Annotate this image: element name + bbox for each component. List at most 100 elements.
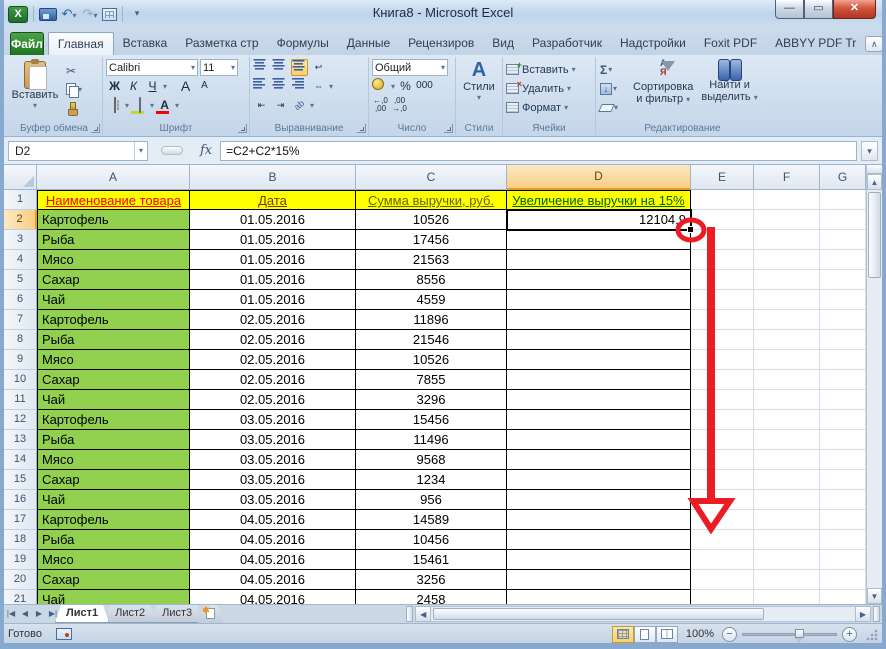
- cell-A20[interactable]: Сахар: [37, 570, 190, 590]
- cell-E8[interactable]: [691, 330, 754, 350]
- cell-B2[interactable]: 01.05.2016: [190, 210, 356, 230]
- row-header-21[interactable]: 21: [4, 590, 37, 604]
- wrap-text-icon[interactable]: ↩: [310, 59, 327, 76]
- row-header-15[interactable]: 15: [4, 470, 37, 490]
- cell-G16[interactable]: [820, 490, 866, 510]
- ribbon-tab-5[interactable]: Данные: [338, 32, 399, 55]
- cell[interactable]: [820, 190, 866, 210]
- cell-D15[interactable]: [507, 470, 691, 490]
- fill-color-button[interactable]: [131, 97, 148, 114]
- cell-A7[interactable]: Картофель: [37, 310, 190, 330]
- cell-C18[interactable]: 10456: [356, 530, 507, 550]
- cell-B4[interactable]: 01.05.2016: [190, 250, 356, 270]
- cell-F5[interactable]: [754, 270, 820, 290]
- ribbon-tab-7[interactable]: Вид: [483, 32, 523, 55]
- cell-G15[interactable]: [820, 470, 866, 490]
- prev-sheet-icon[interactable]: ◀: [18, 605, 32, 623]
- cell-B16[interactable]: 03.05.2016: [190, 490, 356, 510]
- cell-E3[interactable]: [691, 230, 754, 250]
- collapse-ribbon-icon[interactable]: ∧: [865, 36, 883, 52]
- cell-A14[interactable]: Мясо: [37, 450, 190, 470]
- cell-F21[interactable]: [754, 590, 820, 604]
- cell-B10[interactable]: 02.05.2016: [190, 370, 356, 390]
- expand-formula-bar-icon[interactable]: ▾: [861, 141, 878, 161]
- macro-record-icon[interactable]: [56, 628, 72, 640]
- scroll-right-icon[interactable]: ▶: [855, 606, 871, 622]
- fill-handle[interactable]: [688, 227, 693, 232]
- row-header-16[interactable]: 16: [4, 490, 37, 510]
- cell-E12[interactable]: [691, 410, 754, 430]
- number-dialog-launcher-icon[interactable]: [444, 124, 453, 133]
- ribbon-tab-3[interactable]: Разметка стр: [176, 32, 267, 55]
- row-header-13[interactable]: 13: [4, 430, 37, 450]
- chevron-down-icon[interactable]: ▾: [134, 142, 147, 160]
- cell-C21[interactable]: 2458: [356, 590, 507, 604]
- decrease-indent-icon[interactable]: ⇤: [253, 97, 270, 114]
- cell-D9[interactable]: [507, 350, 691, 370]
- normal-view-button[interactable]: [612, 626, 634, 643]
- cell-A4[interactable]: Мясо: [37, 250, 190, 270]
- cell-D12[interactable]: [507, 410, 691, 430]
- cell-B15[interactable]: 03.05.2016: [190, 470, 356, 490]
- cell-A3[interactable]: Рыба: [37, 230, 190, 250]
- zoom-slider[interactable]: [742, 633, 837, 636]
- cell-B17[interactable]: 04.05.2016: [190, 510, 356, 530]
- cell-E20[interactable]: [691, 570, 754, 590]
- sheet-grid[interactable]: ABCDEFG 1Наименование товараДатаСумма вы…: [4, 165, 866, 604]
- cell-G11[interactable]: [820, 390, 866, 410]
- cell-D7[interactable]: [507, 310, 691, 330]
- cell-G21[interactable]: [820, 590, 866, 604]
- first-sheet-icon[interactable]: |◀: [4, 605, 18, 623]
- split-handle[interactable]: [867, 165, 882, 174]
- cell-A2[interactable]: Картофель: [37, 210, 190, 230]
- zoom-slider-thumb[interactable]: [795, 629, 804, 638]
- cell-E6[interactable]: [691, 290, 754, 310]
- header-cell[interactable]: Сумма выручки, руб.: [356, 190, 507, 210]
- fill-button[interactable]: ↓▾: [599, 80, 629, 97]
- cell-D18[interactable]: [507, 530, 691, 550]
- row-header-10[interactable]: 10: [4, 370, 37, 390]
- cell-D20[interactable]: [507, 570, 691, 590]
- cell-F9[interactable]: [754, 350, 820, 370]
- cell-E16[interactable]: [691, 490, 754, 510]
- cell-D6[interactable]: [507, 290, 691, 310]
- cell-G5[interactable]: [820, 270, 866, 290]
- cell-C13[interactable]: 11496: [356, 430, 507, 450]
- cell-G9[interactable]: [820, 350, 866, 370]
- header-cell[interactable]: Увеличение выручки на 15%: [507, 190, 691, 210]
- format-painter-button[interactable]: [65, 100, 85, 117]
- bold-button[interactable]: Ж: [106, 78, 123, 95]
- cell-A16[interactable]: Чай: [37, 490, 190, 510]
- scroll-down-icon[interactable]: ▼: [867, 588, 882, 604]
- page-layout-view-button[interactable]: [634, 626, 656, 643]
- row-header-7[interactable]: 7: [4, 310, 37, 330]
- cell-C5[interactable]: 8556: [356, 270, 507, 290]
- row-header-12[interactable]: 12: [4, 410, 37, 430]
- scroll-up-icon[interactable]: ▲: [867, 174, 882, 190]
- cell-G18[interactable]: [820, 530, 866, 550]
- cell-G17[interactable]: [820, 510, 866, 530]
- cell-B3[interactable]: 01.05.2016: [190, 230, 356, 250]
- header-cell[interactable]: Наименование товара: [37, 190, 190, 210]
- cell-C7[interactable]: 11896: [356, 310, 507, 330]
- ribbon-tab-9[interactable]: Надстройки: [611, 32, 695, 55]
- cell-C12[interactable]: 15456: [356, 410, 507, 430]
- insert-cells-button[interactable]: + Вставить▾: [506, 61, 592, 78]
- italic-button[interactable]: К: [125, 78, 142, 95]
- cell-B9[interactable]: 02.05.2016: [190, 350, 356, 370]
- cell-D21[interactable]: [507, 590, 691, 604]
- ribbon-tab-1[interactable]: Главная: [48, 32, 114, 55]
- cell-F16[interactable]: [754, 490, 820, 510]
- cell-E17[interactable]: [691, 510, 754, 530]
- close-button[interactable]: ✕: [833, 0, 876, 19]
- increase-indent-icon[interactable]: ⇥: [272, 97, 289, 114]
- comma-style-button[interactable]: 000: [416, 78, 433, 95]
- cell-A18[interactable]: Рыба: [37, 530, 190, 550]
- cell-C17[interactable]: 14589: [356, 510, 507, 530]
- cell-G3[interactable]: [820, 230, 866, 250]
- cell-A8[interactable]: Рыба: [37, 330, 190, 350]
- row-header-5[interactable]: 5: [4, 270, 37, 290]
- row-header-6[interactable]: 6: [4, 290, 37, 310]
- currency-button[interactable]: [372, 78, 389, 95]
- cell-C10[interactable]: 7855: [356, 370, 507, 390]
